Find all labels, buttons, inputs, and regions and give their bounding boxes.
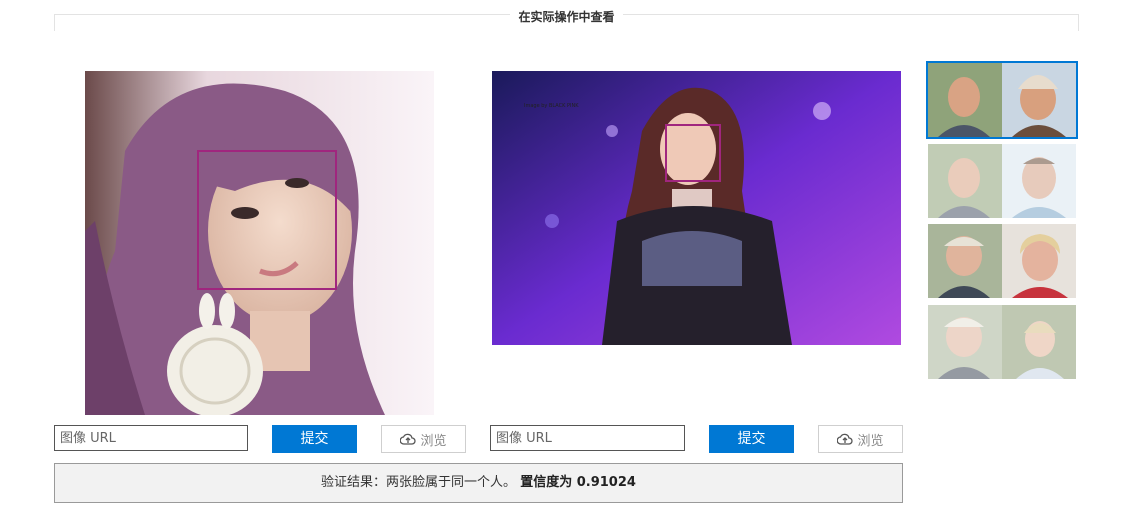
thumbnail-pair-4[interactable] <box>928 305 1076 379</box>
left-face-box <box>197 150 337 290</box>
thumbnail-pair-2[interactable] <box>928 144 1076 218</box>
section-frame: 在实际操作中查看 <box>54 10 1079 31</box>
right-browse-button[interactable]: 浏览 <box>818 425 903 453</box>
section-title: 在实际操作中查看 <box>55 6 1078 25</box>
right-submit-button[interactable]: 提交 <box>709 425 794 453</box>
right-browse-label: 浏览 <box>857 433 884 449</box>
photo-watermark: Image by BLACK PINK <box>524 103 579 109</box>
cloud-upload-icon <box>837 433 854 445</box>
verification-result: 验证结果：两张脸属于同一个人。 置信度为 0.91024 <box>54 463 903 503</box>
left-submit-button[interactable]: 提交 <box>272 425 357 453</box>
section-title-text: 在实际操作中查看 <box>510 10 623 24</box>
right-face-image: Image by BLACK PINK <box>492 71 901 345</box>
left-image-url-input[interactable] <box>54 425 248 451</box>
right-face-box <box>665 124 721 182</box>
left-face-image <box>85 71 434 415</box>
thumbnail-pair-1[interactable] <box>926 61 1078 139</box>
thumbnail-pair-3[interactable] <box>928 224 1076 298</box>
cloud-upload-icon <box>400 433 417 445</box>
left-browse-label: 浏览 <box>420 433 447 449</box>
left-browse-button[interactable]: 浏览 <box>381 425 466 453</box>
confidence-score: 置信度为 0.91024 <box>520 475 636 490</box>
result-text: 验证结果：两张脸属于同一个人。 <box>321 475 517 490</box>
right-image-url-input[interactable] <box>490 425 685 451</box>
